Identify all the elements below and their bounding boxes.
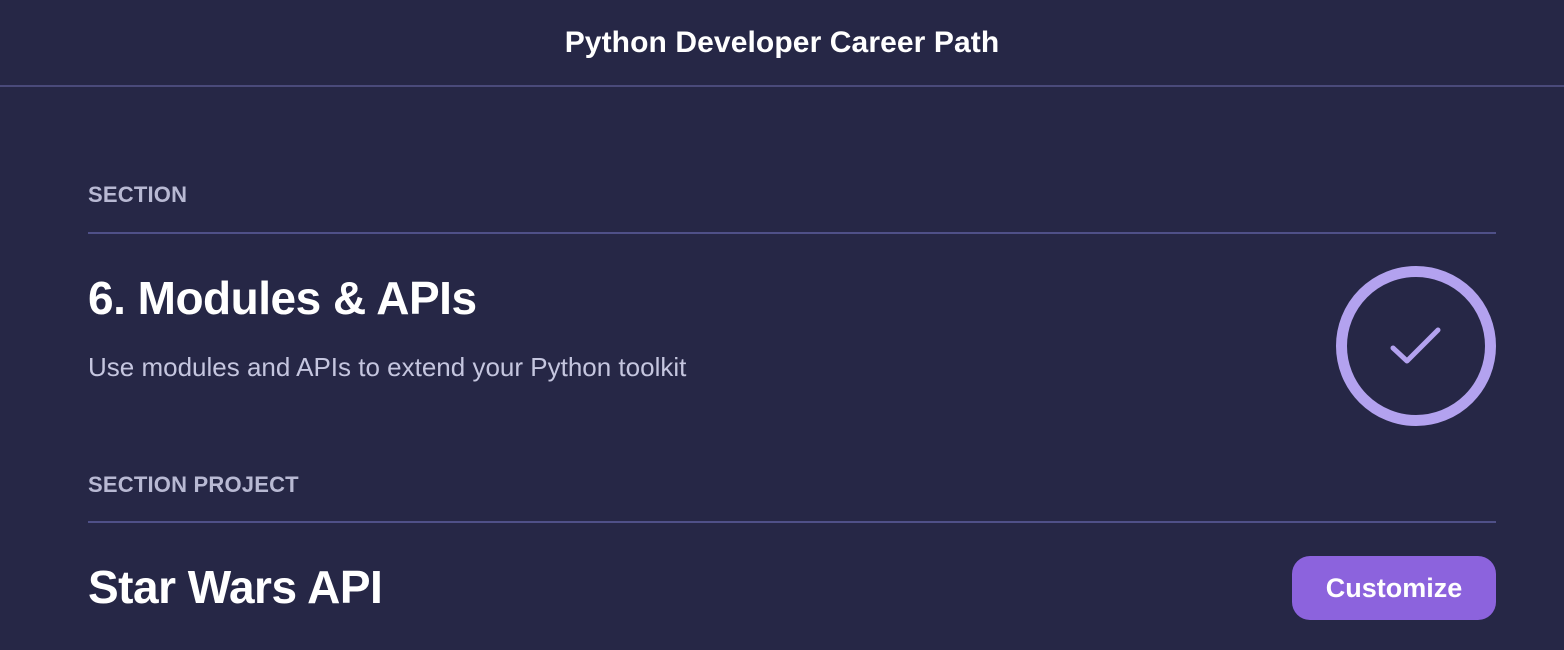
project-title: Star Wars API <box>88 561 383 613</box>
section-project-divider <box>88 521 1496 523</box>
section-description: Use modules and APIs to extend your Pyth… <box>88 352 687 382</box>
section-divider <box>88 232 1496 234</box>
check-icon <box>1390 327 1441 364</box>
section-label: SECTION <box>88 182 188 207</box>
section-completion-badge <box>1336 266 1496 426</box>
page-title: Python Developer Career Path <box>564 25 1000 59</box>
career-path-header: Python Developer Career Path <box>0 0 1564 87</box>
section-project-label: SECTION PROJECT <box>88 472 299 497</box>
section-title: 6. Modules & APIs <box>88 272 477 324</box>
customize-button[interactable]: Customize <box>1292 556 1496 620</box>
